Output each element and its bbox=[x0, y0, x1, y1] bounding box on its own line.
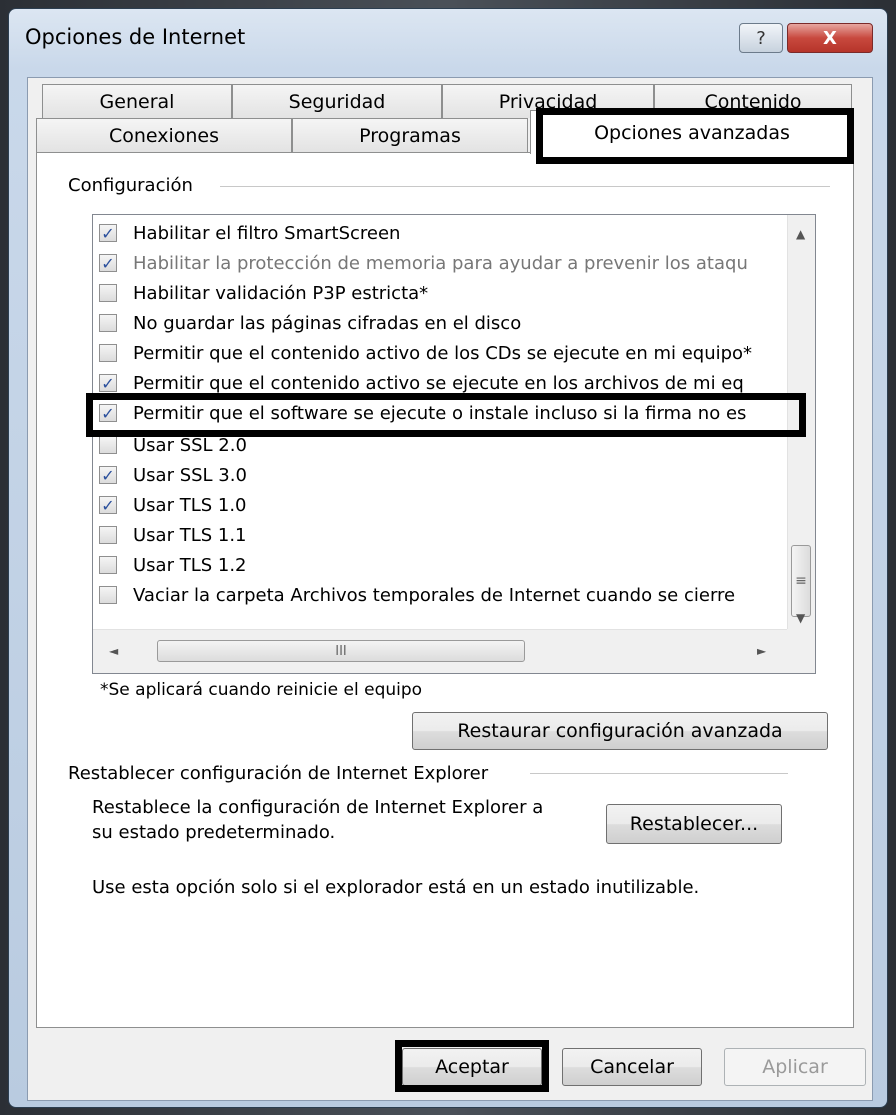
scroll-down-icon[interactable]: ▼ bbox=[796, 611, 805, 625]
horizontal-scroll-thumb[interactable]: III bbox=[157, 640, 525, 662]
restart-note: *Se aplicará cuando reinicie el equipo bbox=[100, 680, 423, 700]
cancel-button[interactable]: Cancelar bbox=[562, 1048, 702, 1086]
checkbox[interactable] bbox=[99, 436, 117, 454]
reset-description-line1: Restablece la configuración de Internet … bbox=[92, 797, 544, 818]
checkbox[interactable]: ✓ bbox=[99, 254, 117, 273]
list-item[interactable]: ✓ Usar SSL 3.0 bbox=[99, 460, 247, 490]
checkbox[interactable]: ✓ bbox=[99, 224, 117, 243]
list-item-label: Habilitar validación P3P estricta* bbox=[133, 282, 429, 304]
tab-general[interactable]: General bbox=[42, 84, 232, 118]
config-group-divider bbox=[220, 186, 830, 187]
highlight-box-tab bbox=[536, 108, 854, 164]
list-item[interactable]: Usar TLS 1.1 bbox=[99, 520, 247, 550]
close-icon: X bbox=[823, 27, 837, 49]
help-icon: ? bbox=[756, 27, 766, 49]
list-item[interactable]: ✓ Habilitar el filtro SmartScreen bbox=[99, 218, 400, 248]
checkbox[interactable] bbox=[99, 586, 117, 604]
list-item-label: Habilitar el filtro SmartScreen bbox=[133, 222, 401, 244]
list-item-label: Vaciar la carpeta Archivos temporales de… bbox=[133, 584, 736, 606]
list-item-label: Habilitar la protección de memoria para … bbox=[133, 252, 748, 274]
list-item[interactable]: ✓ Habilitar la protección de memoria para… bbox=[99, 248, 748, 278]
settings-list[interactable]: ✓ Habilitar el filtro SmartScreen ✓ Habili… bbox=[92, 214, 816, 674]
reset-group-label: Restablecer configuración de Internet Ex… bbox=[68, 763, 497, 784]
window-title: Opciones de Internet bbox=[25, 25, 246, 49]
scrollbar-corner bbox=[787, 629, 815, 673]
list-item[interactable]: ✓ Usar TLS 1.0 bbox=[99, 490, 247, 520]
config-group-label: Configuración bbox=[68, 175, 201, 196]
help-button[interactable]: ? bbox=[739, 23, 783, 53]
tab-conexiones[interactable]: Conexiones bbox=[36, 118, 292, 152]
horizontal-scrollbar[interactable]: ◄ III ► bbox=[93, 629, 789, 673]
scroll-right-icon[interactable]: ► bbox=[757, 644, 766, 658]
grip-icon: III bbox=[335, 643, 347, 659]
list-item-label: No guardar las páginas cifradas en el di… bbox=[133, 312, 522, 334]
scroll-up-icon[interactable]: ▲ bbox=[796, 227, 805, 241]
reset-warning-note: Use esta opción solo si el explorador es… bbox=[92, 877, 700, 898]
list-item-label: Usar TLS 1.0 bbox=[133, 494, 247, 516]
close-button[interactable]: X bbox=[787, 23, 873, 53]
list-item[interactable]: Usar TLS 1.2 bbox=[99, 550, 247, 580]
list-item-label: Usar SSL 3.0 bbox=[133, 464, 247, 486]
list-item[interactable]: Vaciar la carpeta Archivos temporales de… bbox=[99, 580, 735, 610]
highlight-box-row bbox=[86, 393, 806, 437]
reset-group-divider bbox=[530, 773, 788, 774]
list-item-label: Usar TLS 1.1 bbox=[133, 524, 247, 546]
checkbox[interactable] bbox=[99, 284, 117, 302]
highlight-box-ok bbox=[395, 1040, 549, 1092]
restore-advanced-button[interactable]: Restaurar configuración avanzada bbox=[412, 712, 828, 750]
checkbox[interactable] bbox=[99, 314, 117, 332]
apply-button[interactable]: Aplicar bbox=[724, 1048, 866, 1086]
checkbox[interactable]: ✓ bbox=[99, 466, 117, 485]
tab-programas[interactable]: Programas bbox=[292, 118, 528, 152]
list-item-label: Usar SSL 2.0 bbox=[133, 434, 247, 456]
vertical-scroll-thumb[interactable]: ≡ bbox=[791, 545, 811, 617]
list-item[interactable]: Permitir que el contenido activo de los … bbox=[99, 338, 752, 368]
grip-icon: ≡ bbox=[795, 573, 807, 589]
checkbox[interactable] bbox=[99, 344, 117, 362]
list-item[interactable]: No guardar las páginas cifradas en el di… bbox=[99, 308, 521, 338]
checkbox[interactable]: ✓ bbox=[99, 374, 117, 393]
tab-seguridad[interactable]: Seguridad bbox=[232, 84, 442, 118]
scroll-left-icon[interactable]: ◄ bbox=[109, 644, 118, 658]
list-item-label: Usar TLS 1.2 bbox=[133, 554, 247, 576]
checkbox[interactable] bbox=[99, 526, 117, 544]
list-item-label: Permitir que el contenido activo de los … bbox=[133, 342, 753, 364]
checkbox[interactable]: ✓ bbox=[99, 496, 117, 515]
list-item[interactable]: Habilitar validación P3P estricta* bbox=[99, 278, 428, 308]
reset-button[interactable]: Restablecer... bbox=[606, 804, 782, 844]
reset-description-line2: su estado predeterminado. bbox=[92, 822, 336, 843]
checkbox[interactable] bbox=[99, 556, 117, 574]
list-item-label: Permitir que el contenido activo se ejec… bbox=[133, 372, 744, 394]
